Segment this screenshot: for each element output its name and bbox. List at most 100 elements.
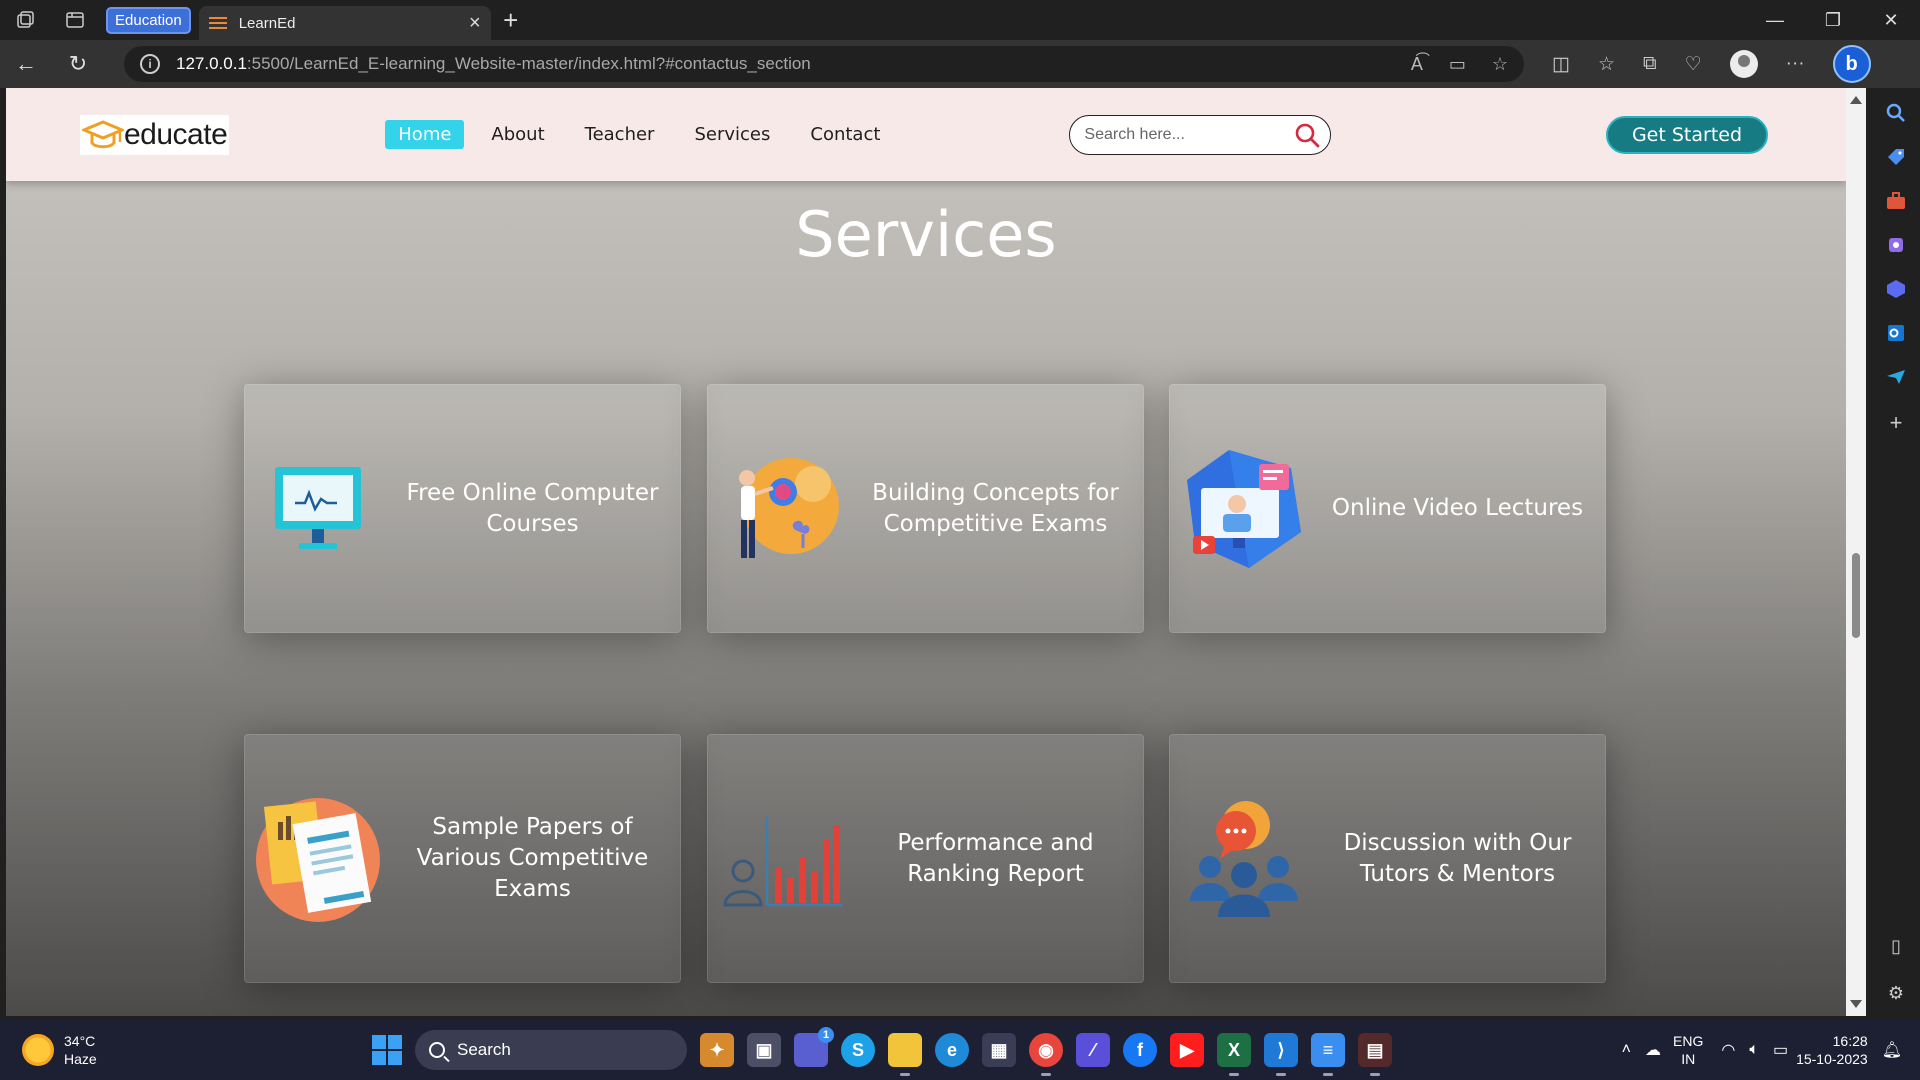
main-nav: Home About Teacher Services Contact [385, 120, 893, 149]
split-screen-icon[interactable]: ◫ [1552, 53, 1570, 76]
teams-badge: 1 [818, 1027, 834, 1043]
service-card[interactable]: Performance and Ranking Report [707, 734, 1144, 983]
outlook-icon[interactable] [1885, 322, 1907, 344]
vscode-icon[interactable]: ⟩ [1264, 1033, 1298, 1076]
drop-icon[interactable] [1885, 366, 1907, 388]
toolbar-right: ◫ ☆ ⧉ ♡ ··· b [1552, 45, 1871, 83]
service-card[interactable]: Sample Papers of Various Competitive Exa… [244, 734, 681, 983]
notepad-icon[interactable]: ≡ [1311, 1033, 1345, 1076]
weather-condition: Haze [64, 1051, 97, 1067]
graduation-cap-icon [82, 119, 124, 148]
page-viewport: educate Home About Teacher Services Cont… [6, 88, 1846, 1016]
add-sidebar-app-icon[interactable]: + [1890, 410, 1903, 436]
system-tray: ˄ ☁ ENG IN ◠ 🔈︎ ▭ 16:28 15-10-2023 🔔︎ [1622, 1020, 1920, 1080]
page-scrollbar[interactable] [1846, 88, 1866, 1016]
onedrive-icon[interactable]: ☁ [1645, 1040, 1661, 1060]
taskbar-search[interactable]: Search [415, 1030, 687, 1070]
sidebar-search-icon[interactable] [1885, 102, 1907, 124]
youtube-icon[interactable]: ▶ [1170, 1033, 1204, 1067]
show-hidden-icons-icon[interactable]: ˄ [1622, 1041, 1631, 1059]
task-view-icon[interactable]: ▣ [747, 1033, 781, 1067]
search-icon[interactable] [1294, 122, 1320, 148]
office-icon[interactable] [1885, 278, 1907, 300]
chrome-icon[interactable]: ◉ [1029, 1033, 1063, 1076]
favorites-icon[interactable]: ☆ [1598, 53, 1615, 76]
restore-icon[interactable]: ❐ [1804, 0, 1862, 40]
collections-icon[interactable]: ⧉ [1643, 53, 1657, 75]
profile-avatar[interactable] [1729, 50, 1758, 78]
concept-brain-icon [739, 457, 839, 558]
nav-services[interactable]: Services [681, 120, 783, 149]
search-icon [429, 1042, 445, 1058]
tab-actions-icon[interactable] [50, 0, 100, 40]
favorite-star-icon[interactable]: ☆ [1492, 54, 1508, 75]
edge-icon[interactable]: e [935, 1033, 969, 1067]
clock-date: 15-10-2023 [1796, 1051, 1868, 1067]
more-menu-icon[interactable]: ··· [1786, 53, 1805, 75]
tools-icon[interactable] [1885, 190, 1907, 212]
copilot-preview-icon[interactable]: ✦ [700, 1033, 734, 1067]
window-controls: — ❐ ✕ [1746, 0, 1920, 40]
nav-teacher[interactable]: Teacher [572, 120, 668, 149]
video-lecture-icon [1187, 449, 1301, 568]
battery-icon[interactable]: ▭ [1773, 1040, 1788, 1060]
service-card[interactable]: Free Online Computer Courses [244, 384, 681, 633]
weather-widget[interactable]: 34°C Haze [22, 1032, 97, 1068]
system-clock[interactable]: 16:28 15-10-2023 [1796, 1032, 1868, 1068]
read-aloud-icon[interactable]: A͡ [1411, 54, 1423, 75]
scroll-up-icon[interactable] [1850, 96, 1862, 104]
language-indicator[interactable]: ENG IN [1673, 1032, 1703, 1068]
powerautomate-icon[interactable]: ⁄ [1076, 1033, 1110, 1067]
notification-bell-icon[interactable]: 🔔︎ [1882, 1040, 1902, 1060]
sidebar-settings-icon[interactable]: ⚙ [1888, 983, 1904, 1004]
volume-icon[interactable]: 🔈︎ [1749, 1041, 1759, 1059]
workspaces-icon[interactable] [0, 0, 50, 40]
immersive-reader-icon[interactable]: ▭ [1449, 54, 1466, 75]
card-label: Online Video Lectures [1331, 495, 1584, 521]
service-card[interactable]: Building Concepts for Competitive Exams [707, 384, 1144, 633]
microsoft-store-icon[interactable]: ▦ [982, 1033, 1016, 1067]
minimize-icon[interactable]: — [1746, 0, 1804, 40]
teams-icon[interactable]: 1 [794, 1027, 834, 1067]
weather-temperature: 34°C [64, 1033, 96, 1049]
site-search [1069, 114, 1332, 155]
facebook-icon[interactable]: f [1123, 1033, 1157, 1067]
games-icon[interactable] [1885, 234, 1907, 256]
service-card[interactable]: Discussion with Our Tutors & Mentors [1169, 734, 1606, 983]
url-field[interactable]: i 127.0.0.1:5500/LearnEd_E-learning_Webs… [124, 46, 1524, 82]
site-logo[interactable]: educate [80, 114, 230, 155]
hide-sidebar-icon[interactable]: ▯ [1891, 936, 1901, 957]
get-started-button[interactable]: Get Started [1606, 115, 1768, 154]
shopping-tag-icon[interactable] [1885, 146, 1907, 168]
skype-icon[interactable]: S [841, 1033, 875, 1067]
refresh-button[interactable]: ↻ [52, 40, 104, 88]
url-path: :5500/LearnEd_E-learning_Website-master/… [246, 54, 811, 73]
url-host: 127.0.0.1 [176, 54, 247, 73]
language-code: ENG [1673, 1033, 1704, 1049]
nav-home[interactable]: Home [385, 120, 465, 149]
services-heading: Services [795, 198, 1057, 271]
site-info-icon[interactable]: i [140, 54, 160, 74]
wifi-icon[interactable]: ◠ [1721, 1040, 1735, 1060]
bar-chart-icon [723, 816, 843, 906]
nav-about[interactable]: About [478, 120, 557, 149]
excel-icon[interactable]: X [1217, 1033, 1251, 1076]
browser-essentials-icon[interactable]: ♡ [1685, 53, 1702, 76]
windows-start-icon[interactable] [372, 1035, 402, 1065]
service-card[interactable]: Online Video Lectures [1169, 384, 1606, 633]
sticky-notes-icon[interactable]: ▤ [1358, 1033, 1392, 1076]
nav-contact[interactable]: Contact [797, 120, 893, 149]
copilot-icon[interactable]: b [1832, 45, 1871, 83]
search-input[interactable] [1084, 125, 1295, 144]
workspace-badge[interactable]: Education [106, 6, 191, 34]
scrollbar-thumb[interactable] [1852, 553, 1860, 638]
back-button[interactable]: ← [0, 40, 52, 88]
tab-learned[interactable]: LearnEd × [198, 6, 491, 40]
close-tab-icon[interactable]: × [469, 12, 481, 35]
computer-monitor-icon [275, 466, 361, 549]
close-window-icon[interactable]: ✕ [1862, 0, 1920, 40]
file-explorer-icon[interactable] [888, 1033, 922, 1076]
scroll-down-icon[interactable] [1850, 1000, 1862, 1008]
card-label: Discussion with Our Tutors & Mentors [1343, 829, 1572, 887]
new-tab-button[interactable]: + [491, 0, 531, 40]
